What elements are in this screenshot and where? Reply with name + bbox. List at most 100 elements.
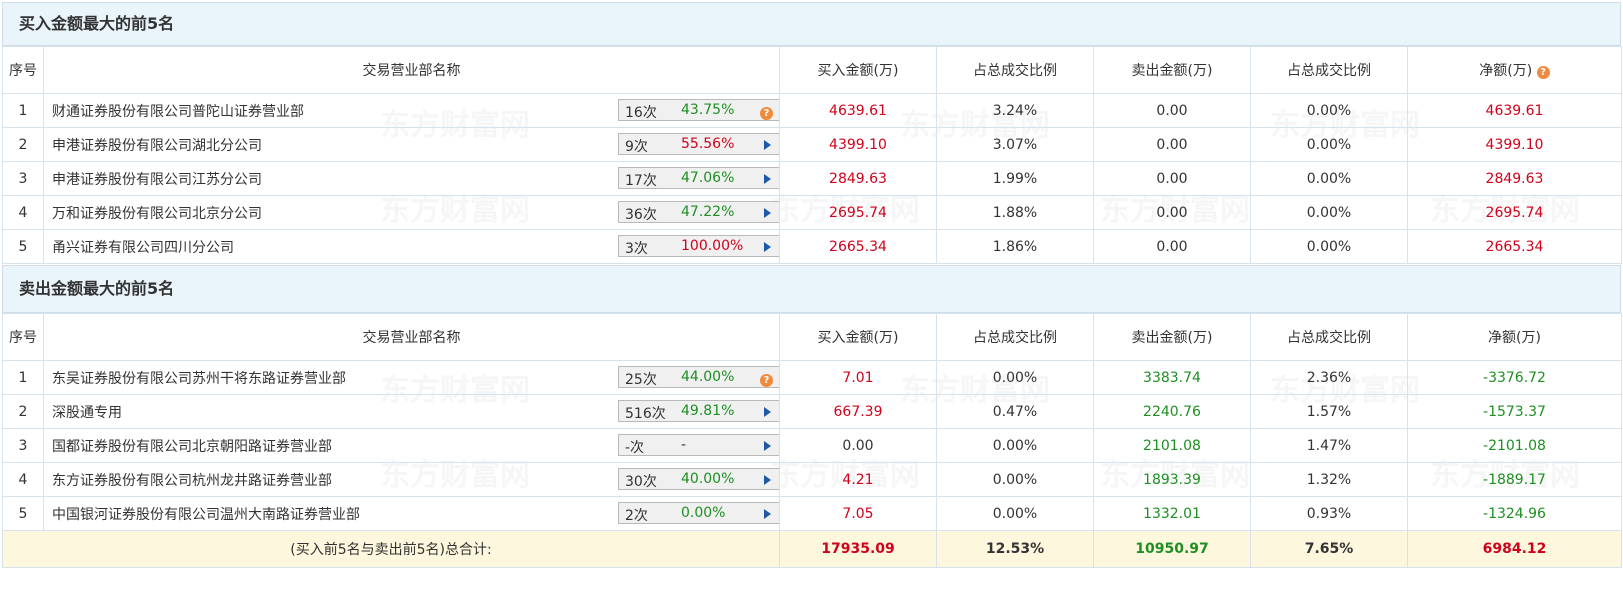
col-header-buy-ratio: 占总成交比例 bbox=[936, 46, 1094, 94]
success-rate: 44.00% bbox=[681, 369, 735, 385]
sell-ratio: 0.00% bbox=[1250, 195, 1408, 230]
success-rate: 40.00% bbox=[681, 471, 735, 487]
table-row: 5 中国银河证券股份有限公司温州大南路证券营业部 2次 0.00% 7.05 0.00% 1… bbox=[2, 496, 1622, 531]
buy-ratio: 0.00% bbox=[936, 462, 1094, 497]
col-header-branch-name: 交易营业部名称 bbox=[43, 313, 780, 361]
branch-name-link[interactable]: 财通证券股份有限公司普陀山证券营业部 bbox=[52, 104, 304, 120]
trade-count: 516次 bbox=[625, 406, 666, 422]
trade-stats-button[interactable]: -次 - bbox=[618, 434, 779, 456]
branch-name-link[interactable]: 东方证券股份有限公司杭州龙井路证券营业部 bbox=[52, 473, 332, 489]
sell-amount: 1893.39 bbox=[1093, 462, 1251, 497]
branch-name-cell: 东吴证券股份有限公司苏州干将东路证券营业部 25次 44.00%? bbox=[43, 360, 780, 395]
trade-stats-button[interactable]: 516次 49.81% bbox=[618, 400, 779, 422]
table-row: 1 财通证券股份有限公司普陀山证券营业部 16次 43.75%? 4639.61 3.24… bbox=[2, 93, 1622, 128]
col-header-sell-amount: 卖出金额(万) bbox=[1093, 46, 1251, 94]
play-arrow-icon[interactable] bbox=[764, 174, 771, 184]
table-row: 3 申港证券股份有限公司江苏分公司 17次 47.06% 2849.63 1.99% 0.0… bbox=[2, 161, 1622, 196]
row-index: 2 bbox=[2, 127, 44, 162]
trade-count: 17次 bbox=[625, 173, 657, 189]
buy-ratio: 1.99% bbox=[936, 161, 1094, 196]
play-arrow-icon[interactable] bbox=[764, 407, 771, 417]
branch-name-link[interactable]: 甬兴证券有限公司四川分公司 bbox=[52, 240, 234, 256]
question-icon[interactable]: ? bbox=[1536, 66, 1550, 79]
col-header-buy-ratio: 占总成交比例 bbox=[936, 313, 1094, 361]
sell-ratio: 0.00% bbox=[1250, 229, 1408, 264]
table-row: 2 申港证券股份有限公司湖北分公司 9次 55.56% 4399.10 3.07% 0.00… bbox=[2, 127, 1622, 162]
trade-stats-button[interactable]: 30次 40.00% bbox=[618, 468, 779, 490]
branch-name-link[interactable]: 万和证券股份有限公司北京分公司 bbox=[52, 206, 262, 222]
total-label: (买入前5名与卖出前5名)总合计: bbox=[2, 530, 780, 568]
trade-stats-button[interactable]: 2次 0.00% bbox=[618, 502, 779, 524]
branch-name-link[interactable]: 中国银河证券股份有限公司温州大南路证券营业部 bbox=[52, 507, 360, 523]
success-rate: 55.56% bbox=[681, 136, 735, 152]
buy-ratio: 0.00% bbox=[936, 496, 1094, 531]
trade-count: 30次 bbox=[625, 474, 657, 490]
sell-ratio: 0.00% bbox=[1250, 161, 1408, 196]
total-sell-ratio: 7.65% bbox=[1250, 530, 1408, 568]
trade-stats-button[interactable]: 16次 43.75%? bbox=[618, 99, 779, 121]
trade-stats-button[interactable]: 17次 47.06% bbox=[618, 167, 779, 189]
play-arrow-icon[interactable] bbox=[764, 509, 771, 519]
col-header-sell-ratio: 占总成交比例 bbox=[1250, 46, 1408, 94]
sell-amount: 2240.76 bbox=[1093, 394, 1251, 429]
trade-count: -次 bbox=[625, 440, 645, 456]
trade-stats-button[interactable]: 9次 55.56% bbox=[618, 133, 779, 155]
row-index: 3 bbox=[2, 428, 44, 463]
branch-name-cell: 申港证券股份有限公司湖北分公司 9次 55.56% bbox=[43, 127, 780, 162]
question-icon[interactable]: ? bbox=[760, 371, 773, 387]
sell-amount: 3383.74 bbox=[1093, 360, 1251, 395]
branch-name-link[interactable]: 申港证券股份有限公司湖北分公司 bbox=[52, 138, 262, 154]
row-index: 5 bbox=[2, 496, 44, 531]
net-header-label: 净额(万) bbox=[1479, 63, 1533, 79]
success-rate: 47.06% bbox=[681, 170, 735, 186]
net-amount: -2101.08 bbox=[1407, 428, 1622, 463]
net-amount: 4639.61 bbox=[1407, 93, 1622, 128]
branch-name-link[interactable]: 深股通专用 bbox=[52, 405, 122, 421]
play-arrow-icon[interactable] bbox=[764, 475, 771, 485]
sell-ratio: 1.32% bbox=[1250, 462, 1408, 497]
branch-name-cell: 申港证券股份有限公司江苏分公司 17次 47.06% bbox=[43, 161, 780, 196]
buy-amount: 2695.74 bbox=[779, 195, 937, 230]
sell-ratio: 1.57% bbox=[1250, 394, 1408, 429]
sell-amount: 2101.08 bbox=[1093, 428, 1251, 463]
total-table: (买入前5名与卖出前5名)总合计: 17935.09 12.53% 10950.… bbox=[2, 530, 1622, 568]
sell-section-title: 卖出金额最大的前5名 bbox=[2, 265, 1621, 313]
branch-name-link[interactable]: 东吴证券股份有限公司苏州干将东路证券营业部 bbox=[52, 371, 346, 387]
buy-ratio: 0.00% bbox=[936, 360, 1094, 395]
sell-amount: 0.00 bbox=[1093, 127, 1251, 162]
net-amount: 4399.10 bbox=[1407, 127, 1622, 162]
sell-amount: 0.00 bbox=[1093, 161, 1251, 196]
row-index: 1 bbox=[2, 93, 44, 128]
play-arrow-icon[interactable] bbox=[764, 208, 771, 218]
branch-name-cell: 深股通专用 516次 49.81% bbox=[43, 394, 780, 429]
success-rate: 49.81% bbox=[681, 403, 735, 419]
col-header-net-amount: 净额(万) bbox=[1407, 313, 1622, 361]
branch-name-cell: 中国银河证券股份有限公司温州大南路证券营业部 2次 0.00% bbox=[43, 496, 780, 531]
success-rate: - bbox=[681, 437, 687, 453]
play-arrow-icon[interactable] bbox=[764, 140, 771, 150]
play-arrow-icon[interactable] bbox=[764, 441, 771, 451]
trade-stats-button[interactable]: 36次 47.22% bbox=[618, 201, 779, 223]
buy-amount: 2665.34 bbox=[779, 229, 937, 264]
branch-name-link[interactable]: 国都证券股份有限公司北京朝阳路证券营业部 bbox=[52, 439, 332, 455]
branch-name-link[interactable]: 申港证券股份有限公司江苏分公司 bbox=[52, 172, 262, 188]
play-arrow-icon[interactable] bbox=[764, 242, 771, 252]
total-row: (买入前5名与卖出前5名)总合计: 17935.09 12.53% 10950.… bbox=[2, 530, 1622, 568]
trade-stats-button[interactable]: 3次 100.00% bbox=[618, 235, 779, 257]
question-icon[interactable]: ? bbox=[760, 104, 773, 120]
sell-header-row: 序号 交易营业部名称 买入金额(万) 占总成交比例 卖出金额(万) 占总成交比例… bbox=[2, 313, 1622, 361]
buy-section-title: 买入金额最大的前5名 bbox=[2, 2, 1621, 46]
trade-stats-button[interactable]: 25次 44.00%? bbox=[618, 366, 779, 388]
col-header-buy-amount: 买入金额(万) bbox=[779, 46, 937, 94]
table-row: 2 深股通专用 516次 49.81% 667.39 0.47% 2240.76 1.57% -… bbox=[2, 394, 1622, 429]
success-rate: 100.00% bbox=[681, 238, 744, 254]
sell-ratio: 0.00% bbox=[1250, 93, 1408, 128]
sell-amount: 0.00 bbox=[1093, 229, 1251, 264]
buy-amount: 0.00 bbox=[779, 428, 937, 463]
branch-name-cell: 东方证券股份有限公司杭州龙井路证券营业部 30次 40.00% bbox=[43, 462, 780, 497]
table-row: 5 甬兴证券有限公司四川分公司 3次 100.00% 2665.34 1.86% 0.00 0… bbox=[2, 229, 1622, 264]
trade-count: 25次 bbox=[625, 372, 657, 388]
buy-ratio: 3.07% bbox=[936, 127, 1094, 162]
table-row: 1 东吴证券股份有限公司苏州干将东路证券营业部 25次 44.00%? 7.01 0.00… bbox=[2, 360, 1622, 395]
buy-amount: 2849.63 bbox=[779, 161, 937, 196]
